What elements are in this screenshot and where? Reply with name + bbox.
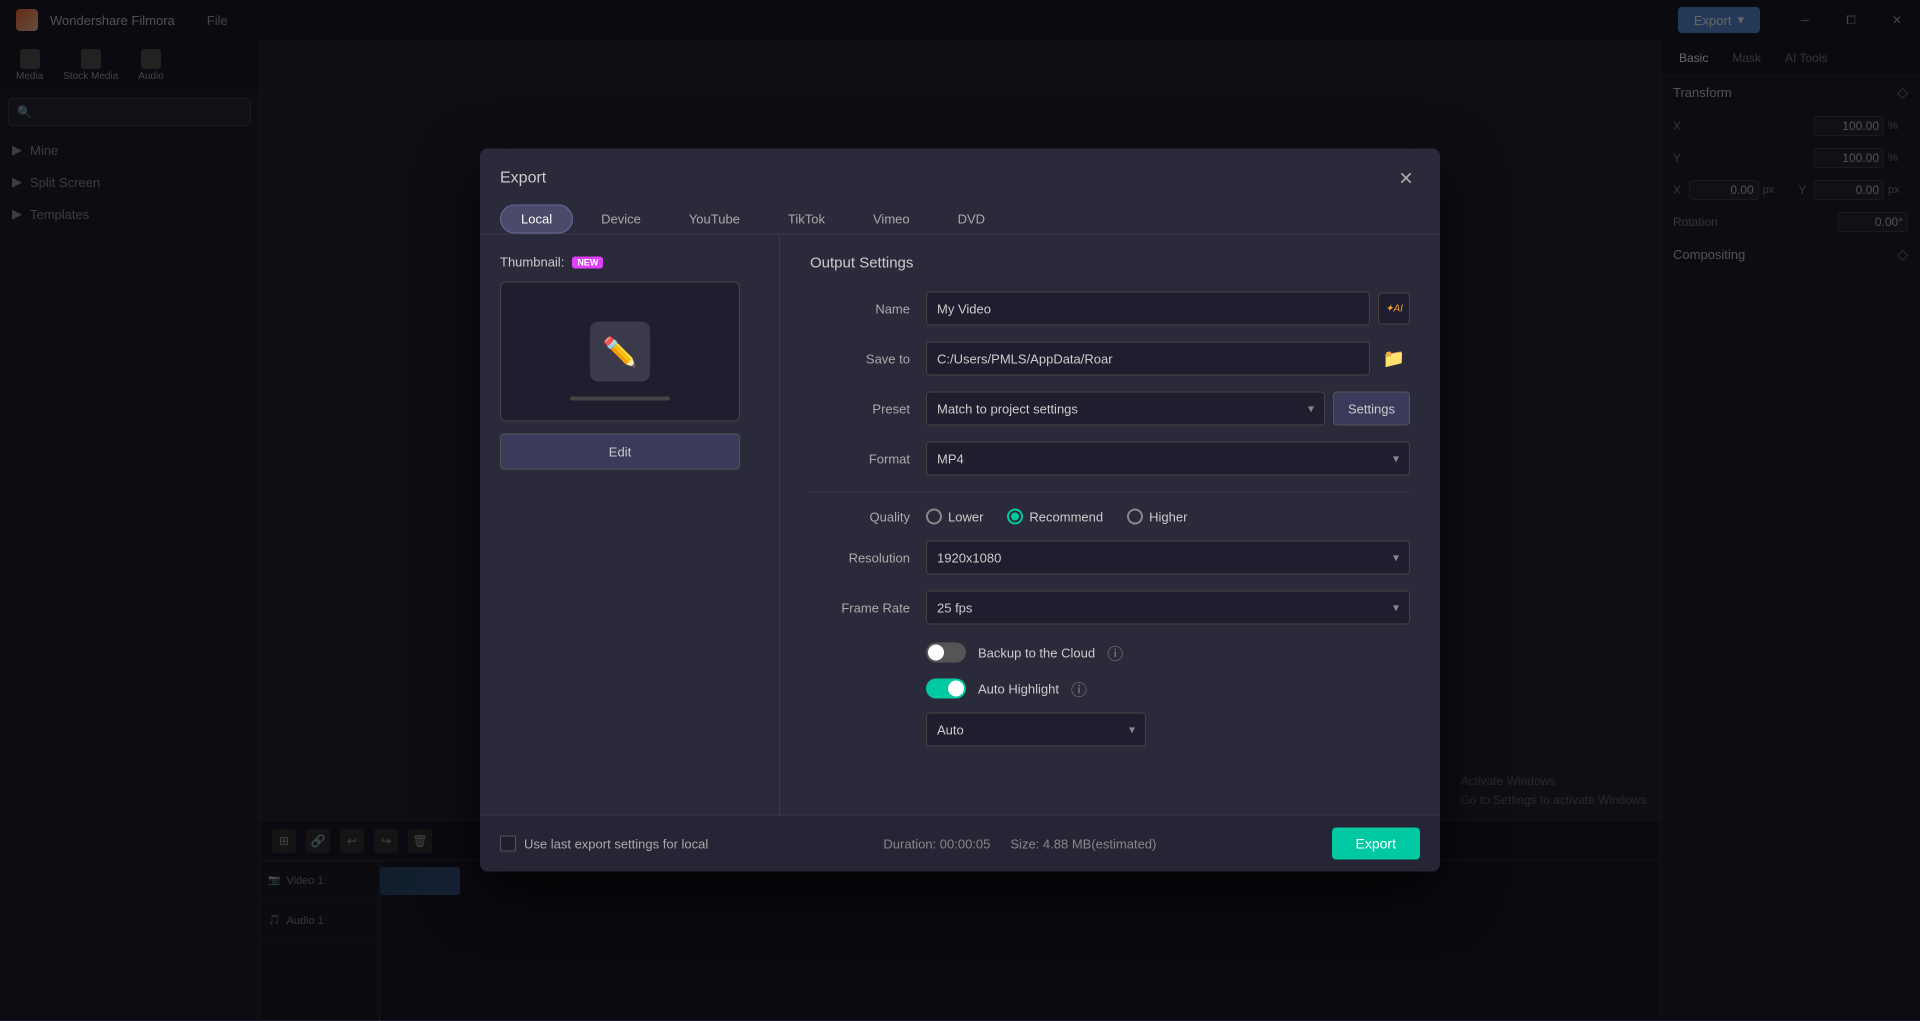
tab-device[interactable]: Device — [581, 206, 661, 233]
auto-highlight-row: Auto Highlight ⓘ — [810, 677, 1410, 701]
format-label: Format — [810, 451, 910, 466]
quality-lower[interactable]: Lower — [926, 509, 983, 525]
thumbnail-icon: ✏️ — [590, 322, 650, 382]
auto-select[interactable]: Auto ▾ — [926, 713, 1146, 747]
resolution-arrow: ▾ — [1393, 551, 1399, 565]
export-button[interactable]: Export — [1332, 828, 1420, 860]
dialog-body: Thumbnail: NEW ✏️ Edit Output Settings N… — [480, 235, 1440, 815]
dialog-title: Export — [500, 170, 546, 188]
radio-recommend-circle — [1007, 509, 1023, 525]
resolution-select[interactable]: 1920x1080 ▾ — [926, 541, 1410, 575]
quality-lower-label: Lower — [948, 509, 983, 524]
thumbnail-panel: Thumbnail: NEW ✏️ Edit — [480, 235, 780, 815]
divider — [810, 492, 1410, 493]
backup-cloud-row: Backup to the Cloud ⓘ — [810, 641, 1410, 665]
footer-checkbox-row: Use last export settings for local — [500, 836, 708, 852]
frame-rate-select[interactable]: 25 fps ▾ — [926, 591, 1410, 625]
format-row: Format MP4 ▾ — [810, 442, 1410, 476]
frame-rate-arrow: ▾ — [1393, 601, 1399, 615]
new-badge: NEW — [572, 256, 603, 268]
quality-label: Quality — [810, 509, 910, 524]
save-to-control: 📁 — [926, 342, 1410, 376]
quality-recommend-label: Recommend — [1029, 509, 1103, 524]
use-last-settings-label: Use last export settings for local — [524, 836, 708, 851]
quality-higher-label: Higher — [1149, 509, 1187, 524]
thumbnail-line — [570, 397, 670, 401]
preset-arrow: ▾ — [1308, 402, 1314, 416]
output-settings-panel: Output Settings Name ✦AI Save to 📁 — [780, 235, 1440, 815]
quality-row: Quality Lower Recommend Higher — [810, 509, 1410, 525]
thumbnail-label: Thumbnail: NEW — [500, 255, 759, 270]
auto-highlight-toggle[interactable] — [926, 679, 966, 699]
auto-select-row: Auto ▾ — [810, 713, 1410, 747]
quality-options: Lower Recommend Higher — [926, 509, 1187, 525]
name-row: Name ✦AI — [810, 292, 1410, 326]
radio-lower-circle — [926, 509, 942, 525]
name-input[interactable] — [926, 292, 1370, 326]
ai-icon-button[interactable]: ✦AI — [1378, 293, 1410, 325]
use-last-settings-checkbox[interactable] — [500, 836, 516, 852]
export-dialog: Export ✕ Local Device YouTube TikTok Vim… — [480, 149, 1440, 872]
tab-tiktok[interactable]: TikTok — [768, 206, 845, 233]
auto-select-arrow: ▾ — [1129, 723, 1135, 737]
dialog-header: Export ✕ — [480, 149, 1440, 193]
frame-rate-label: Frame Rate — [810, 600, 910, 615]
quality-higher[interactable]: Higher — [1127, 509, 1187, 525]
save-to-label: Save to — [810, 351, 910, 366]
radio-recommend-dot — [1011, 513, 1019, 521]
resolution-label: Resolution — [810, 550, 910, 565]
tab-vimeo[interactable]: Vimeo — [853, 206, 930, 233]
dialog-footer: Use last export settings for local Durat… — [480, 815, 1440, 872]
dialog-close-button[interactable]: ✕ — [1392, 165, 1420, 193]
resolution-row: Resolution 1920x1080 ▾ — [810, 541, 1410, 575]
save-to-input[interactable] — [926, 342, 1370, 376]
auto-highlight-knob — [948, 681, 964, 697]
preset-label: Preset — [810, 401, 910, 416]
tab-local[interactable]: Local — [500, 205, 573, 234]
resolution-control: 1920x1080 ▾ — [926, 541, 1410, 575]
auto-highlight-label: Auto Highlight — [978, 681, 1059, 696]
format-select[interactable]: MP4 ▾ — [926, 442, 1410, 476]
export-tabs: Local Device YouTube TikTok Vimeo DVD — [480, 193, 1440, 235]
preset-select[interactable]: Match to project settings ▾ — [926, 392, 1325, 426]
quality-recommend[interactable]: Recommend — [1007, 509, 1103, 525]
edit-thumbnail-button[interactable]: Edit — [500, 434, 740, 470]
frame-rate-control: 25 fps ▾ — [926, 591, 1410, 625]
preset-settings-button[interactable]: Settings — [1333, 392, 1410, 426]
ai-label: ✦AI — [1385, 303, 1403, 314]
auto-highlight-info[interactable]: ⓘ — [1071, 677, 1087, 701]
duration-label: Duration: 00:00:05 — [883, 836, 990, 851]
backup-cloud-toggle[interactable] — [926, 643, 966, 663]
thumbnail-preview: ✏️ — [500, 282, 740, 422]
size-label: Size: 4.88 MB(estimated) — [1010, 836, 1156, 851]
footer-meta: Duration: 00:00:05 Size: 4.88 MB(estimat… — [883, 836, 1156, 851]
save-to-row: Save to 📁 — [810, 342, 1410, 376]
preset-row: Preset Match to project settings ▾ Setti… — [810, 392, 1410, 426]
backup-cloud-label: Backup to the Cloud — [978, 645, 1095, 660]
backup-cloud-info[interactable]: ⓘ — [1107, 641, 1123, 665]
frame-rate-row: Frame Rate 25 fps ▾ — [810, 591, 1410, 625]
radio-higher-circle — [1127, 509, 1143, 525]
name-control: ✦AI — [926, 292, 1410, 326]
name-label: Name — [810, 301, 910, 316]
tab-youtube[interactable]: YouTube — [669, 206, 760, 233]
format-control: MP4 ▾ — [926, 442, 1410, 476]
preset-control: Match to project settings ▾ Settings — [926, 392, 1410, 426]
backup-cloud-knob — [928, 645, 944, 661]
output-settings-title: Output Settings — [810, 255, 1410, 272]
tab-dvd[interactable]: DVD — [938, 206, 1005, 233]
format-arrow: ▾ — [1393, 452, 1399, 466]
folder-icon[interactable]: 📁 — [1378, 343, 1410, 375]
